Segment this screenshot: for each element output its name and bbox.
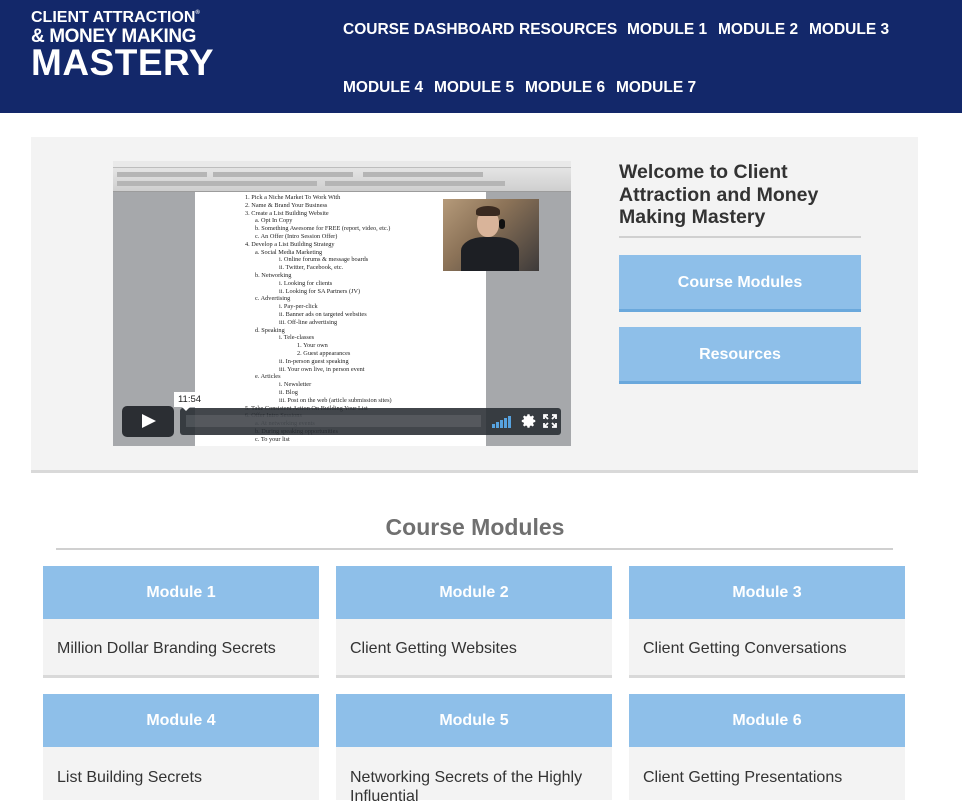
- module-card-title: Client Getting Presentations: [643, 769, 843, 786]
- document-line: c. An Offer (Intro Session Offer): [255, 233, 338, 240]
- video-frame-menubar: [113, 161, 571, 168]
- module-card-6[interactable]: Module 6 Client Getting Presentations: [629, 694, 905, 800]
- welcome-title: Welcome to Client Attraction and Money M…: [619, 161, 819, 228]
- course-modules-divider: [56, 548, 893, 550]
- video-player[interactable]: 1. Pick a Niche Market To Work With 2. Na…: [113, 161, 571, 446]
- document-line: ii. Looking for SA Partners (JV): [279, 287, 361, 295]
- document-line: c. To your list: [255, 435, 290, 443]
- nav-module-1[interactable]: MODULE 1: [627, 21, 707, 39]
- video-timecode: 11:54: [174, 392, 205, 411]
- logo-line-1: CLIENT ATTRACTION: [31, 9, 196, 26]
- video-frame-toolbar: [113, 168, 571, 192]
- document-line: i. Looking for clients: [279, 279, 333, 287]
- play-icon: [142, 414, 156, 428]
- document-line: 4. Develop a List Building Strategy: [245, 240, 335, 248]
- document-line: i. Tele-classes: [279, 334, 315, 342]
- document-line: 1. Pick a Niche Market To Work With: [245, 194, 341, 201]
- document-line: 1. Your own: [297, 342, 328, 350]
- document-line: b. Networking: [255, 272, 292, 279]
- site-header: CLIENT ATTRACTION® & MONEY MAKING MASTER…: [0, 0, 962, 113]
- module-card-title: Million Dollar Branding Secrets: [57, 640, 276, 657]
- document-line: 2. Name & Brand Your Business: [245, 201, 328, 209]
- site-logo[interactable]: CLIENT ATTRACTION® & MONEY MAKING MASTER…: [31, 9, 216, 83]
- module-card-3[interactable]: Module 3 Client Getting Conversations: [629, 566, 905, 678]
- gear-icon[interactable]: [520, 412, 538, 430]
- volume-icon[interactable]: [492, 416, 514, 428]
- module-card-label: Module 2: [336, 566, 612, 619]
- module-card-title: Client Getting Websites: [350, 640, 517, 657]
- module-card-label: Module 4: [43, 694, 319, 747]
- video-progress-bar[interactable]: [186, 415, 481, 427]
- document-line: 3. Create a List Building Website: [245, 209, 329, 217]
- module-card-label: Module 5: [336, 694, 612, 747]
- document-line: ii. Twitter, Facebook, etc.: [279, 264, 344, 272]
- document-line: i. Online forums & message boards: [279, 256, 369, 264]
- nav-module-6[interactable]: MODULE 6: [525, 79, 605, 97]
- nav-module-4[interactable]: MODULE 4: [343, 79, 423, 97]
- logo-line-3: MASTERY: [31, 42, 215, 83]
- nav-module-2[interactable]: MODULE 2: [718, 21, 798, 39]
- document-line: i. Pay-per-click: [279, 303, 318, 311]
- document-line: iii. Off-line advertising: [279, 318, 338, 326]
- video-controls-bar: [180, 408, 561, 435]
- document-line: c. Advertising: [255, 295, 291, 303]
- course-modules-heading: Course Modules: [385, 514, 565, 540]
- document-line: a. Opt In Copy: [255, 217, 293, 225]
- document-line: ii. Blog: [279, 389, 298, 396]
- document-line: ii. Banner ads on targeted websites: [279, 311, 367, 318]
- document-line: d. Speaking: [255, 326, 285, 334]
- document-line: a. Social Media Marketing: [255, 248, 323, 256]
- module-card-title: List Building Secrets: [57, 769, 202, 786]
- course-modules-button[interactable]: Course Modules: [619, 255, 861, 312]
- welcome-divider: [619, 236, 861, 238]
- module-card-title: Client Getting Conversations: [643, 640, 847, 657]
- document-line: ii. In-person guest speaking: [279, 357, 349, 365]
- module-card-5[interactable]: Module 5 Networking Secrets of the Highl…: [336, 694, 612, 805]
- document-line: iii. Your own live, in person event: [279, 365, 365, 373]
- nav-resources[interactable]: RESOURCES: [519, 21, 617, 39]
- module-card-title: Networking Secrets of the Highly Influen…: [350, 769, 583, 805]
- module-card-1[interactable]: Module 1 Million Dollar Branding Secrets: [43, 566, 319, 678]
- document-line: b. Something Awesome for FREE (report, v…: [255, 225, 391, 233]
- nav-module-5[interactable]: MODULE 5: [434, 79, 514, 97]
- module-card-label: Module 6: [629, 694, 905, 747]
- document-line: i. Newsletter: [279, 381, 312, 389]
- logo-trademark: ®: [195, 10, 200, 16]
- play-button[interactable]: [122, 406, 174, 437]
- nav-module-7[interactable]: MODULE 7: [616, 79, 696, 97]
- resources-button[interactable]: Resources: [619, 327, 861, 384]
- document-line: e. Articles: [255, 373, 281, 381]
- module-card-2[interactable]: Module 2 Client Getting Websites: [336, 566, 612, 678]
- fullscreen-icon[interactable]: [542, 412, 560, 430]
- nav-module-3[interactable]: MODULE 3: [809, 21, 889, 39]
- nav-course-dashboard[interactable]: COURSE DASHBOARD: [343, 21, 514, 39]
- module-card-label: Module 3: [629, 566, 905, 619]
- webcam-thumbnail: [443, 199, 539, 271]
- module-card-label: Module 1: [43, 566, 319, 619]
- document-line: iii. Post on the web (article submission…: [279, 396, 392, 404]
- hero-panel: 1. Pick a Niche Market To Work With 2. Na…: [31, 137, 918, 473]
- document-line: 2. Guest appearances: [297, 350, 351, 357]
- module-card-4[interactable]: Module 4 List Building Secrets: [43, 694, 319, 800]
